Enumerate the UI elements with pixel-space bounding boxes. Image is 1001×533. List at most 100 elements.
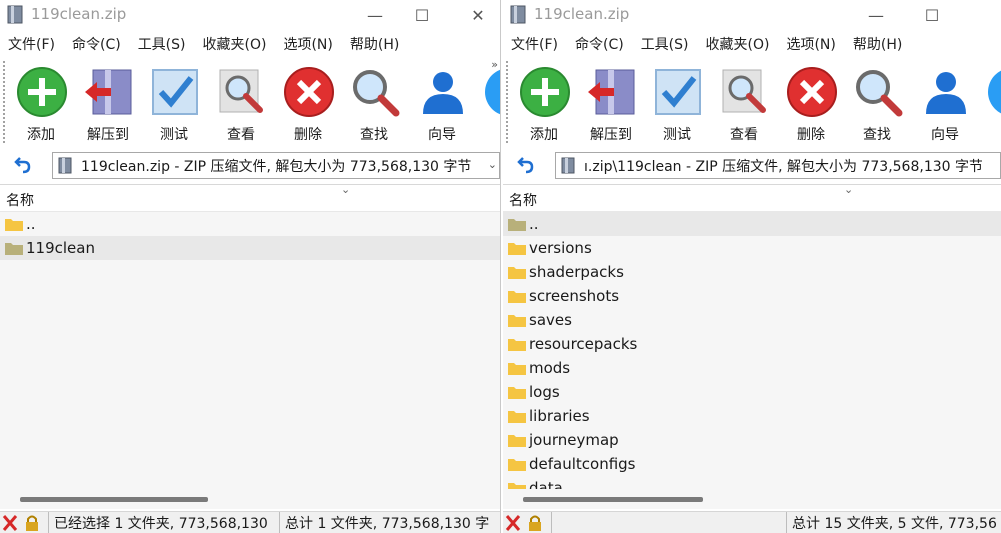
folder-icon — [508, 387, 526, 399]
folder-icon — [508, 363, 526, 375]
status-total: 总计 15 文件夹, 5 文件, 773,56 — [786, 512, 1001, 533]
list-item[interactable]: defaultconfigs — [503, 452, 1001, 476]
test-label: 测试 — [663, 127, 691, 143]
extract-to-button[interactable]: 解压到 — [78, 64, 138, 144]
item-name: libraries — [529, 407, 590, 425]
archive-icon — [561, 157, 575, 174]
maximize-button[interactable]: ☐ — [917, 0, 947, 30]
list-item[interactable]: resourcepacks — [503, 332, 1001, 356]
find-button[interactable]: 查找 — [847, 64, 907, 144]
chevron-down-icon[interactable]: ⌄ — [488, 158, 497, 171]
item-name: saves — [529, 311, 572, 329]
column-header-name[interactable]: 名称 ⌄ — [503, 185, 1001, 212]
menu-favorites[interactable]: 收藏夹(O) — [698, 34, 779, 56]
menu-tools[interactable]: 工具(S) — [633, 34, 698, 56]
window-title: 119clean.zip — [31, 5, 127, 23]
list-item[interactable]: saves — [503, 308, 1001, 332]
parent-folder-icon — [5, 219, 23, 231]
test-button[interactable]: 测试 — [647, 64, 707, 144]
list-item[interactable]: logs — [503, 380, 1001, 404]
folder-icon — [508, 267, 526, 279]
scrollbar-thumb[interactable] — [20, 497, 208, 502]
menu-file[interactable]: 文件(F) — [503, 34, 567, 56]
item-name: shaderpacks — [529, 263, 624, 281]
column-name-label: 名称 — [6, 193, 34, 209]
title-bar[interactable]: 119clean.zip — ☐ ✕ — [0, 0, 500, 30]
wizard-button[interactable]: 向导 — [412, 64, 472, 144]
minimize-button[interactable]: — — [360, 0, 390, 30]
menu-options[interactable]: 选项(N) — [275, 34, 341, 56]
list-item[interactable]: .. — [503, 212, 1001, 236]
list-item[interactable]: shaderpacks — [503, 260, 1001, 284]
find-button[interactable]: 查找 — [344, 64, 404, 144]
find-magnifier-icon — [353, 70, 400, 117]
menu-favorites[interactable]: 收藏夹(O) — [195, 34, 276, 56]
add-label: 添加 — [27, 127, 55, 143]
test-checkbox-icon — [655, 69, 701, 115]
list-item[interactable]: .. — [0, 212, 500, 236]
menu-tools[interactable]: 工具(S) — [130, 34, 195, 56]
up-folder-icon[interactable] — [515, 154, 537, 176]
view-label: 查看 — [730, 127, 758, 143]
view-button[interactable]: 查看 — [211, 64, 271, 144]
test-button[interactable]: 测试 — [144, 64, 204, 144]
sort-chevron-icon: ⌄ — [341, 184, 351, 196]
add-button[interactable]: 添加 — [514, 64, 574, 144]
info-button[interactable] — [478, 64, 500, 144]
item-name: screenshots — [529, 287, 620, 305]
toolbar-grip — [505, 60, 509, 144]
list-item[interactable]: libraries — [503, 404, 1001, 428]
delete-button[interactable]: 删除 — [278, 64, 338, 144]
menu-options[interactable]: 选项(N) — [778, 34, 844, 56]
title-bar[interactable]: 119clean.zip — ☐ — [503, 0, 1001, 30]
sort-chevron-icon: ⌄ — [844, 184, 854, 196]
file-list: 名称 ⌄ .. versions shaderpacks screenshots — [503, 184, 1001, 489]
menu-help[interactable]: 帮助(H) — [342, 34, 408, 56]
item-name: 119clean — [26, 239, 95, 257]
scrollbar-thumb[interactable] — [523, 497, 703, 502]
close-button[interactable]: ✕ — [463, 0, 493, 30]
horizontal-scrollbar[interactable] — [503, 489, 1001, 509]
address-path: 119clean.zip - ZIP 压缩文件, 解包大小为 773,568,1… — [81, 159, 472, 175]
status-total: 总计 1 文件夹, 773,568,130 字 — [279, 512, 500, 533]
view-magnifier-icon — [722, 69, 766, 113]
column-name-label: 名称 — [509, 193, 537, 209]
horizontal-scrollbar[interactable] — [0, 489, 500, 509]
column-header-name[interactable]: 名称 ⌄ — [0, 185, 500, 212]
menu-commands[interactable]: 命令(C) — [567, 34, 633, 56]
maximize-icon: ☐ — [414, 5, 430, 25]
list-item[interactable]: mods — [503, 356, 1001, 380]
status-bar: 总计 15 文件夹, 5 文件, 773,56 — [503, 511, 1001, 533]
list-item[interactable]: journeymap — [503, 428, 1001, 452]
delete-button[interactable]: 删除 — [781, 64, 841, 144]
item-name: .. — [26, 215, 36, 233]
archive-app-icon — [510, 5, 526, 24]
maximize-button[interactable]: ☐ — [407, 0, 437, 30]
menu-commands[interactable]: 命令(C) — [64, 34, 130, 56]
list-item[interactable]: versions — [503, 236, 1001, 260]
menu-file[interactable]: 文件(F) — [0, 34, 64, 56]
folder-icon — [508, 435, 526, 447]
info-button[interactable] — [981, 64, 1001, 144]
file-list: 名称 ⌄ .. 119clean — [0, 184, 500, 489]
folder-icon — [508, 243, 526, 255]
item-name: data — [529, 479, 563, 489]
archive-app-icon — [7, 5, 23, 24]
toolbar: » 添加 解压到 测试 查看 删除 查找 向导 — [0, 58, 500, 146]
list-item[interactable]: screenshots — [503, 284, 1001, 308]
address-combobox[interactable]: 119clean.zip - ZIP 压缩文件, 解包大小为 773,568,1… — [52, 152, 500, 179]
add-button[interactable]: 添加 — [11, 64, 71, 144]
menu-bar: 文件(F) 命令(C) 工具(S) 收藏夹(O) 选项(N) 帮助(H) — [0, 34, 500, 56]
list-item[interactable]: data — [503, 476, 1001, 489]
extract-to-button[interactable]: 解压到 — [581, 64, 641, 144]
lock-icon — [529, 522, 541, 531]
up-folder-icon[interactable] — [12, 154, 34, 176]
address-combobox[interactable]: ı.zip\119clean - ZIP 压缩文件, 解包大小为 773,568… — [555, 152, 1001, 179]
list-item[interactable]: 119clean — [0, 236, 500, 260]
wizard-button[interactable]: 向导 — [915, 64, 975, 144]
menu-help[interactable]: 帮助(H) — [845, 34, 911, 56]
minimize-button[interactable]: — — [861, 0, 891, 30]
view-button[interactable]: 查看 — [714, 64, 774, 144]
status-bar: 已经选择 1 文件夹, 773,568,130 总计 1 文件夹, 773,56… — [0, 511, 500, 533]
extract-icon — [85, 69, 132, 115]
